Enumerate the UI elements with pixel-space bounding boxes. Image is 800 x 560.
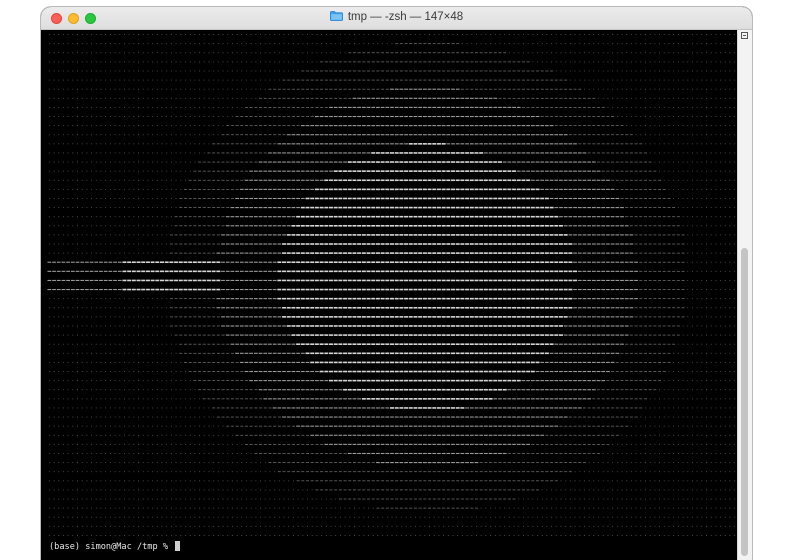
- ascii-row: [48, 61, 736, 63]
- ascii-row: [48, 516, 736, 518]
- ascii-row: [48, 252, 736, 254]
- ascii-row: [48, 471, 736, 473]
- ascii-row: [48, 43, 736, 45]
- ascii-row: [48, 88, 736, 90]
- ascii-row: [48, 297, 736, 300]
- window-title: tmp — -zsh — 147×48: [41, 11, 752, 23]
- shell-prompt[interactable]: (base) simon@Mac /tmp %: [49, 541, 181, 552]
- ascii-row: [48, 343, 736, 345]
- ascii-row: [48, 352, 736, 355]
- ascii-row: [48, 52, 736, 54]
- ascii-row: [48, 97, 736, 99]
- terminal-window: tmp — -zsh — 147×48 (base) simon@Mac /tm…: [41, 7, 752, 560]
- ascii-row: [48, 434, 736, 436]
- ascii-row: [48, 443, 736, 445]
- ascii-row: [48, 498, 736, 500]
- ascii-row: [48, 234, 736, 236]
- ascii-row: [47, 288, 736, 291]
- ascii-row: [48, 325, 736, 327]
- ascii-row: [48, 170, 736, 172]
- ascii-row: [48, 197, 736, 200]
- terminal-content[interactable]: (base) simon@Mac /tmp %: [41, 30, 738, 560]
- ascii-row: [48, 179, 736, 182]
- ascii-row: [48, 452, 736, 455]
- prompt-text: (base) simon@Mac /tmp %: [49, 542, 174, 552]
- ascii-row: [47, 279, 736, 282]
- text-cursor: [175, 541, 181, 551]
- ascii-row: [48, 398, 736, 400]
- ascii-row: [48, 507, 736, 509]
- ascii-row: [48, 480, 736, 482]
- scrollbar-thumb[interactable]: [741, 248, 748, 556]
- scroll-marker-icon[interactable]: [741, 32, 748, 39]
- ascii-row: [48, 134, 736, 136]
- ascii-row: [48, 243, 736, 245]
- ascii-row: [48, 161, 736, 163]
- ascii-row: [48, 462, 736, 464]
- ascii-art-canvas: [47, 34, 736, 536]
- ascii-row: [48, 334, 736, 336]
- ascii-row: [48, 115, 736, 118]
- ascii-row: [47, 270, 736, 273]
- ascii-row: [48, 106, 736, 108]
- ascii-row: [48, 361, 736, 364]
- ascii-row: [48, 489, 736, 491]
- vertical-scrollbar[interactable]: [737, 30, 752, 560]
- ascii-row: [48, 407, 736, 409]
- ascii-row: [48, 525, 736, 527]
- ascii-row: [48, 188, 736, 191]
- ascii-row: [48, 388, 736, 391]
- ascii-row: [48, 379, 736, 382]
- ascii-row: [48, 416, 736, 418]
- ascii-row: [48, 535, 736, 536]
- ascii-row: [48, 143, 736, 145]
- ascii-row: [47, 261, 736, 264]
- window-title-text: tmp — -zsh — 147×48: [347, 11, 464, 23]
- ascii-row: [48, 79, 736, 81]
- ascii-row: [48, 152, 736, 154]
- ascii-row: [48, 125, 736, 127]
- ascii-row: [48, 34, 736, 35]
- title-bar[interactable]: tmp — -zsh — 147×48: [41, 7, 752, 30]
- ascii-row: [48, 215, 736, 218]
- folder-icon: [329, 11, 343, 21]
- ascii-row: [48, 370, 736, 373]
- ascii-row: [48, 70, 736, 72]
- ascii-row: [48, 206, 736, 209]
- ascii-row: [48, 306, 736, 309]
- ascii-row: [48, 225, 736, 227]
- ascii-row: [48, 316, 736, 318]
- ascii-row: [48, 425, 736, 427]
